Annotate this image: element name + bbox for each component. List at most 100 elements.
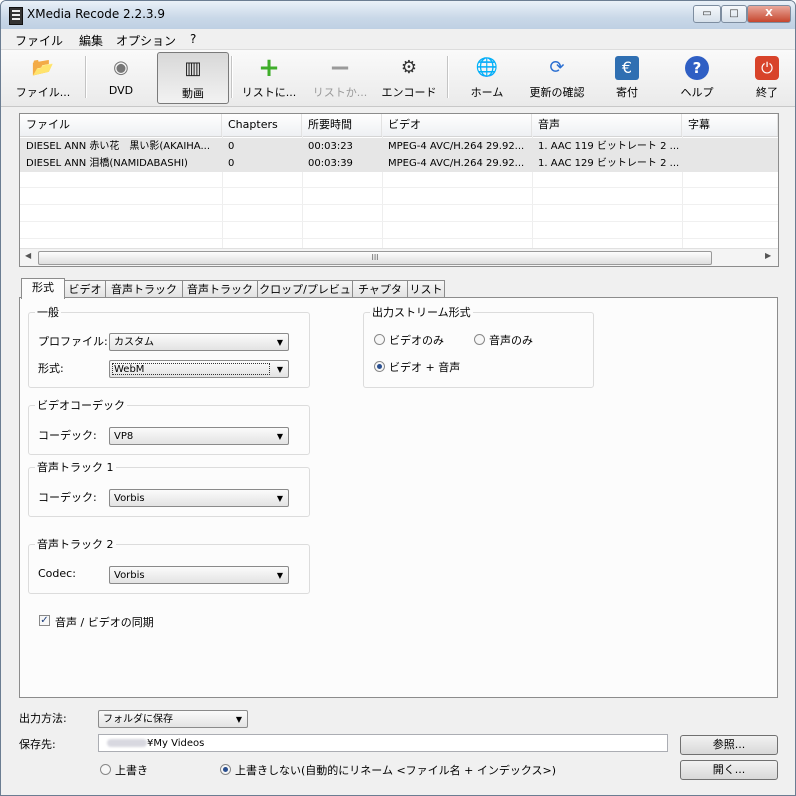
tab-audio-track-1[interactable]: 音声トラック 1 (105, 280, 183, 313)
audio-codec-2-select[interactable]: Vorbis ▼ (109, 566, 289, 584)
audio-only-radio[interactable] (474, 334, 485, 345)
audio-codec-1-select[interactable]: Vorbis ▼ (109, 489, 289, 507)
no-overwrite-radio[interactable] (220, 764, 231, 775)
general-group-title: 一般 (35, 304, 61, 320)
file-list-header: ファイル Chapters 所要時間 ビデオ 音声 字幕 (20, 114, 778, 137)
open-file-label: ファイル... (15, 86, 71, 99)
chevron-down-icon: ▼ (276, 365, 283, 374)
general-group: 一般 プロファイル: カスタム ▼ 形式: WebM ▼ (28, 304, 310, 388)
video-label: 動画 (182, 87, 204, 100)
audio-codec-1-value: Vorbis (114, 493, 145, 504)
toolbar-separator (231, 56, 233, 98)
tab-list[interactable]: リスト (407, 280, 445, 298)
browse-button[interactable]: 参照... (680, 735, 778, 755)
minimize-button[interactable]: ▭ (693, 5, 721, 23)
table-row[interactable]: DIESEL ANN 赤い花 黒い影(AKAIHA... 0 00:03:23 … (20, 138, 778, 155)
toolbar-separator (85, 56, 87, 98)
video-codec-value: VP8 (114, 431, 134, 442)
column-header-video[interactable]: ビデオ (382, 114, 532, 136)
encode-button[interactable]: ⚙ エンコード (377, 52, 441, 102)
euro-icon: € (615, 56, 639, 80)
audio-codec-2-label: Codec: (38, 567, 76, 580)
profile-select[interactable]: カスタム ▼ (109, 333, 289, 351)
tab-video[interactable]: ビデオ (64, 280, 106, 298)
video-audio-radio[interactable] (374, 361, 385, 372)
menu-edit[interactable]: 編集 (79, 32, 103, 49)
toolbar: 📂 ファイル... ◉ DVD ▥ 動画 + リストに... − リストか...… (1, 50, 795, 107)
maximize-button[interactable]: □ (721, 5, 747, 23)
cell-chapters: 0 (228, 141, 235, 152)
cell-audio: 1. AAC 129 ビットレート 2 ... (538, 158, 680, 169)
home-button[interactable]: 🌐 ホーム (459, 52, 515, 102)
file-list[interactable]: ファイル Chapters 所要時間 ビデオ 音声 字幕 DIESEL ANN … (19, 113, 779, 267)
menu-options[interactable]: オプション (116, 32, 176, 49)
redacted-username (107, 739, 147, 747)
exit-button[interactable]: ⏻ 終了 (745, 52, 789, 102)
scroll-left-icon[interactable]: ◀ (25, 251, 31, 260)
column-header-audio[interactable]: 音声 (532, 114, 682, 136)
chevron-down-icon: ▼ (276, 494, 283, 503)
cell-video: MPEG-4 AVC/H.264 29.92... (388, 141, 525, 152)
home-label: ホーム (470, 86, 504, 99)
output-method-select[interactable]: フォルダに保存 ▼ (98, 710, 248, 728)
audio-codec-1-label: コーデック: (38, 491, 97, 504)
video-audio-label: ビデオ + 音声 (389, 361, 461, 374)
horizontal-scrollbar[interactable]: ◀ III ▶ (20, 248, 778, 266)
chevron-down-icon: ▼ (276, 432, 283, 441)
add-to-list-button[interactable]: + リストに... (237, 52, 301, 102)
remove-from-list-button[interactable]: − リストか... (307, 52, 373, 102)
column-header-subtitle[interactable]: 字幕 (682, 114, 778, 136)
no-overwrite-label: 上書きしない(自動的にリネーム <ファイル名 + インデックス>) (235, 764, 557, 777)
tab-chapters[interactable]: チャプター (352, 280, 408, 313)
dvd-button[interactable]: ◉ DVD (95, 52, 147, 102)
column-header-file[interactable]: ファイル (20, 114, 222, 136)
remove-from-list-label: リストか... (312, 86, 368, 99)
output-stream-group: 出力ストリーム形式 ビデオのみ 音声のみ ビデオ + 音声 (363, 304, 594, 388)
scrollbar-thumb[interactable]: III (38, 251, 712, 265)
av-sync-label: 音声 / ビデオの同期 (55, 616, 154, 629)
overwrite-radio[interactable] (100, 764, 111, 775)
window-title: XMedia Recode 2.2.3.9 (27, 7, 165, 21)
film-icon (9, 7, 23, 25)
column-header-chapters[interactable]: Chapters (222, 114, 302, 136)
globe-icon: 🌐 (475, 57, 499, 78)
power-icon: ⏻ (755, 56, 779, 80)
menu-help[interactable]: ? (190, 32, 196, 46)
video-button[interactable]: ▥ 動画 (157, 52, 229, 104)
video-only-label: ビデオのみ (389, 334, 444, 347)
cell-video: MPEG-4 AVC/H.264 29.92... (388, 158, 525, 169)
open-file-button[interactable]: 📂 ファイル... (7, 52, 79, 102)
video-codec-select[interactable]: VP8 ▼ (109, 427, 289, 445)
save-path-value: ¥My Videos (147, 738, 205, 749)
video-only-radio[interactable] (374, 334, 385, 345)
tab-crop-preview[interactable]: クロップ/プレビュー (257, 280, 353, 313)
help-button[interactable]: ? ヘルプ (671, 52, 723, 102)
format-select[interactable]: WebM ▼ (109, 360, 289, 378)
column-header-duration[interactable]: 所要時間 (302, 114, 382, 136)
profile-value: カスタム (114, 337, 154, 348)
video-codec-group: ビデオコーデック コーデック: VP8 ▼ (28, 397, 310, 455)
tab-audio-track-2[interactable]: 音声トラック 2 (182, 280, 258, 313)
help-icon: ? (685, 56, 709, 80)
check-update-button[interactable]: ⟳ 更新の確認 (523, 52, 591, 102)
dvd-label: DVD (108, 84, 134, 97)
overwrite-label: 上書き (115, 764, 148, 777)
open-button[interactable]: 開く... (680, 760, 778, 780)
cell-chapters: 0 (228, 158, 235, 169)
output-method-label: 出力方法: (19, 712, 67, 725)
scroll-right-icon[interactable]: ▶ (765, 251, 771, 260)
output-method-value: フォルダに保存 (103, 714, 173, 725)
menu-file[interactable]: ファイル (15, 32, 63, 49)
toolbar-separator (447, 56, 449, 98)
tab-format[interactable]: 形式 (21, 278, 65, 299)
disc-icon: ◉ (113, 57, 129, 78)
cell-file: DIESEL ANN 泪橋(NAMIDABASHI) (26, 158, 188, 169)
save-path-field[interactable]: ¥My Videos (98, 734, 668, 752)
donate-button[interactable]: € 寄付 (603, 52, 651, 102)
table-row[interactable]: DIESEL ANN 泪橋(NAMIDABASHI) 0 00:03:39 MP… (20, 155, 778, 172)
close-button[interactable]: X (747, 5, 791, 23)
encode-icon: ⚙ (400, 57, 418, 78)
av-sync-checkbox[interactable]: ✓ (39, 615, 50, 626)
audio-track-2-title: 音声トラック 2 (35, 536, 116, 552)
folder-icon: 📂 (31, 57, 55, 78)
